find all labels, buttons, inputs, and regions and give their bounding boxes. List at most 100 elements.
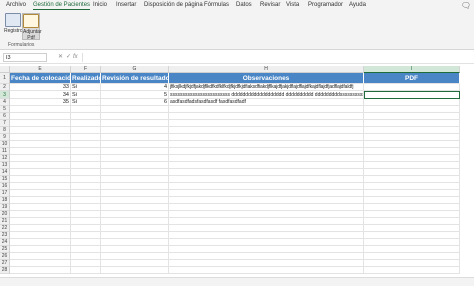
- empty-cell[interactable]: [101, 239, 169, 246]
- row-header[interactable]: 7: [0, 120, 10, 127]
- empty-cell[interactable]: [101, 169, 169, 176]
- header-fecha-de-colocacion[interactable]: Fecha de colocación: [10, 73, 71, 84]
- empty-cell[interactable]: [169, 176, 364, 183]
- empty-cell[interactable]: [10, 162, 71, 169]
- row-header[interactable]: 26: [0, 253, 10, 260]
- empty-cell[interactable]: [101, 148, 169, 155]
- row-header[interactable]: 27: [0, 260, 10, 267]
- empty-cell[interactable]: [10, 106, 71, 113]
- empty-cell[interactable]: [364, 113, 460, 120]
- empty-cell[interactable]: [169, 225, 364, 232]
- empty-cell[interactable]: [10, 120, 71, 127]
- empty-cell[interactable]: [101, 176, 169, 183]
- row-header[interactable]: 24: [0, 239, 10, 246]
- empty-cell[interactable]: [364, 141, 460, 148]
- adjuntar-pdf-button[interactable]: Adjuntar Pdf: [22, 13, 42, 41]
- empty-cell[interactable]: [10, 190, 71, 197]
- row-header[interactable]: 19: [0, 204, 10, 211]
- cell-revision[interactable]: 5: [101, 91, 169, 99]
- empty-cell[interactable]: [10, 239, 71, 246]
- empty-cell[interactable]: [101, 204, 169, 211]
- empty-cell[interactable]: [71, 246, 101, 253]
- name-box[interactable]: I3: [3, 53, 47, 62]
- cell-pdf[interactable]: [364, 84, 460, 91]
- header-revision-de-resultados[interactable]: Revisión de resultados: [101, 73, 169, 84]
- empty-cell[interactable]: [71, 127, 101, 134]
- tab-disposicion-de-pagina[interactable]: Disposición de página: [144, 2, 203, 8]
- empty-cell[interactable]: [101, 218, 169, 225]
- empty-cell[interactable]: [364, 169, 460, 176]
- empty-cell[interactable]: [169, 141, 364, 148]
- tab-gestion-de-pacientes[interactable]: Gestión de Pacientes: [33, 2, 91, 10]
- empty-cell[interactable]: [101, 246, 169, 253]
- empty-cell[interactable]: [101, 134, 169, 141]
- empty-cell[interactable]: [169, 120, 364, 127]
- empty-cell[interactable]: [169, 197, 364, 204]
- enter-icon[interactable]: ✓: [66, 53, 71, 62]
- empty-cell[interactable]: [10, 169, 71, 176]
- cell-realizado[interactable]: Si: [71, 91, 101, 99]
- empty-cell[interactable]: [364, 218, 460, 225]
- column-header-f[interactable]: F: [71, 66, 101, 73]
- cell-fecha[interactable]: 33: [10, 84, 71, 91]
- row-header[interactable]: 9: [0, 134, 10, 141]
- row-header[interactable]: 15: [0, 176, 10, 183]
- row-header[interactable]: 8: [0, 127, 10, 134]
- column-header-g[interactable]: G: [101, 66, 169, 73]
- empty-cell[interactable]: [101, 106, 169, 113]
- empty-cell[interactable]: [71, 253, 101, 260]
- cell-realizado[interactable]: Si: [71, 99, 101, 106]
- tab-inicio[interactable]: Inicio: [93, 2, 107, 8]
- empty-cell[interactable]: [71, 204, 101, 211]
- empty-cell[interactable]: [71, 218, 101, 225]
- row-header[interactable]: 17: [0, 190, 10, 197]
- empty-cell[interactable]: [101, 155, 169, 162]
- empty-cell[interactable]: [364, 183, 460, 190]
- column-header-i[interactable]: I: [364, 66, 460, 73]
- empty-cell[interactable]: [364, 106, 460, 113]
- active-cell-selection[interactable]: [364, 91, 460, 99]
- empty-cell[interactable]: [101, 197, 169, 204]
- empty-cell[interactable]: [10, 134, 71, 141]
- empty-cell[interactable]: [101, 267, 169, 274]
- empty-cell[interactable]: [169, 134, 364, 141]
- row-header[interactable]: 14: [0, 169, 10, 176]
- tab-vista[interactable]: Vista: [286, 2, 299, 8]
- empty-cell[interactable]: [169, 183, 364, 190]
- empty-cell[interactable]: [364, 190, 460, 197]
- empty-cell[interactable]: [169, 239, 364, 246]
- empty-cell[interactable]: [169, 127, 364, 134]
- empty-cell[interactable]: [101, 113, 169, 120]
- row-header[interactable]: 25: [0, 246, 10, 253]
- empty-cell[interactable]: [364, 260, 460, 267]
- row-header[interactable]: 23: [0, 232, 10, 239]
- tab-archivo[interactable]: Archivo: [6, 2, 26, 8]
- empty-cell[interactable]: [169, 162, 364, 169]
- empty-cell[interactable]: [101, 162, 169, 169]
- empty-cell[interactable]: [10, 246, 71, 253]
- empty-cell[interactable]: [71, 225, 101, 232]
- empty-cell[interactable]: [71, 120, 101, 127]
- empty-cell[interactable]: [71, 183, 101, 190]
- empty-cell[interactable]: [101, 253, 169, 260]
- row-header[interactable]: 11: [0, 148, 10, 155]
- empty-cell[interactable]: [10, 113, 71, 120]
- empty-cell[interactable]: [10, 211, 71, 218]
- row-header[interactable]: 12: [0, 155, 10, 162]
- empty-cell[interactable]: [364, 246, 460, 253]
- tab-insertar[interactable]: Insertar: [116, 2, 136, 8]
- empty-cell[interactable]: [169, 253, 364, 260]
- tab-ayuda[interactable]: Ayuda: [349, 2, 366, 8]
- header-pdf[interactable]: PDF: [364, 73, 460, 84]
- empty-cell[interactable]: [71, 141, 101, 148]
- cancel-icon[interactable]: ✕: [58, 53, 63, 62]
- empty-cell[interactable]: [169, 113, 364, 120]
- empty-cell[interactable]: [10, 260, 71, 267]
- select-all-corner[interactable]: [0, 66, 10, 73]
- empty-cell[interactable]: [364, 253, 460, 260]
- cell-revision[interactable]: 4: [101, 84, 169, 91]
- row-header[interactable]: 21: [0, 218, 10, 225]
- empty-cell[interactable]: [101, 211, 169, 218]
- empty-cell[interactable]: [364, 134, 460, 141]
- empty-cell[interactable]: [10, 218, 71, 225]
